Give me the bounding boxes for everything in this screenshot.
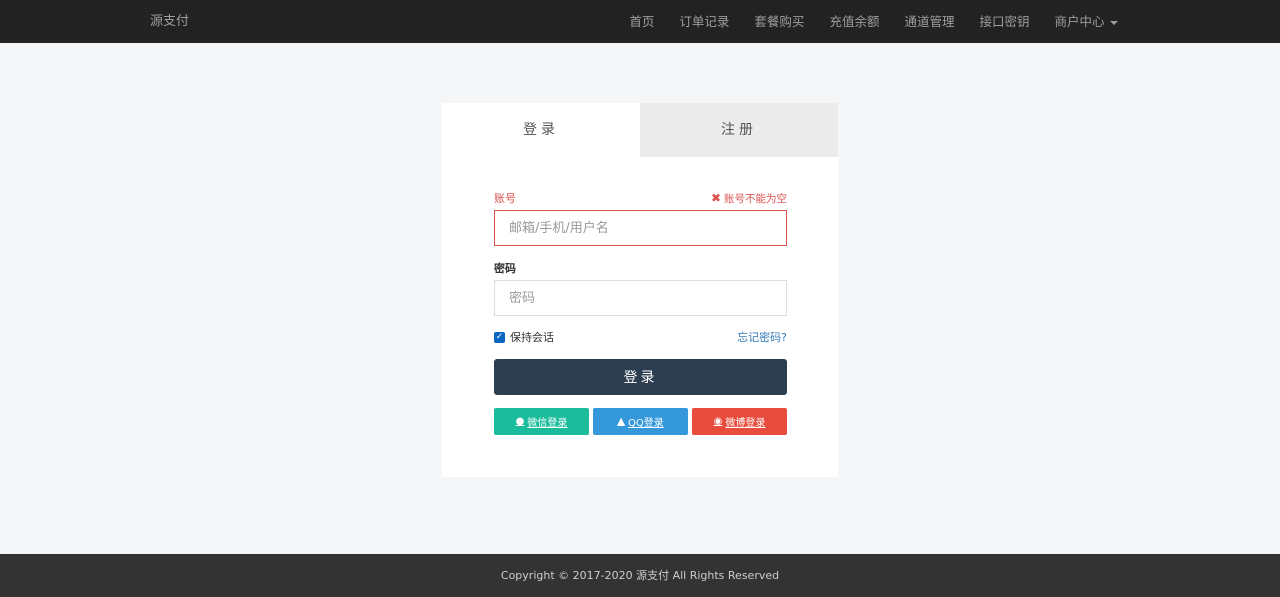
- tab-register[interactable]: 注册: [640, 103, 838, 157]
- wechat-login-button[interactable]: ● 微信登录: [494, 408, 589, 435]
- remember-session-label: 保持会话: [510, 331, 554, 344]
- caret-down-icon: [1109, 20, 1118, 25]
- footer: Copyright © 2017-2020 源支付 All Rights Res…: [0, 554, 1280, 597]
- wechat-login-label: 微信登录: [527, 418, 568, 429]
- nav-item-recharge[interactable]: 充值余额: [817, 0, 892, 43]
- copyright-text: Copyright © 2017-2020 源支付 All Rights Res…: [500, 569, 780, 582]
- brand-link[interactable]: 源支付: [150, 0, 189, 43]
- nav-item-merchant-center[interactable]: 商户中心: [1042, 0, 1130, 43]
- nav-item-home[interactable]: 首页: [617, 0, 667, 43]
- login-form: 账号 ✖ 账号不能为空 密码 ✓ 保持会话 忘记密码? 登录 ● 微信登录: [494, 189, 787, 435]
- password-label: 密码: [494, 262, 516, 275]
- login-panel: 登录 注册 账号 ✖ 账号不能为空 密码 ✓ 保持会话 忘记密码? 登录 ●: [442, 103, 838, 477]
- nav-item-api-keys[interactable]: 接口密钥: [967, 0, 1042, 43]
- qq-login-button[interactable]: ▲ QQ登录: [593, 408, 688, 435]
- account-label: 账号: [494, 192, 516, 205]
- checkmark-icon: ✓: [494, 331, 505, 343]
- qq-icon: ▲: [617, 415, 625, 427]
- password-input[interactable]: [494, 280, 787, 316]
- account-error-text: 账号不能为空: [724, 192, 787, 205]
- times-icon: ✖: [710, 191, 721, 205]
- weibo-login-label: 微博登录: [725, 418, 766, 429]
- account-label-row: 账号 ✖ 账号不能为空: [494, 189, 787, 207]
- forgot-password-link[interactable]: 忘记密码?: [737, 329, 787, 345]
- nav-item-channels[interactable]: 通道管理: [892, 0, 967, 43]
- login-button[interactable]: 登录: [494, 359, 787, 395]
- remember-row: ✓ 保持会话 忘记密码?: [494, 330, 787, 344]
- account-error-message: ✖ 账号不能为空: [711, 191, 787, 206]
- qq-login-label: QQ登录: [627, 418, 664, 429]
- weibo-login-button[interactable]: ◉ 微博登录: [692, 408, 787, 435]
- account-input[interactable]: [494, 210, 787, 246]
- nav-item-packages[interactable]: 套餐购买: [742, 0, 817, 43]
- password-label-row: 密码: [494, 259, 787, 277]
- main-nav: 首页 订单记录 套餐购买 充值余额 通道管理 接口密钥 商户中心: [617, 0, 1130, 43]
- remember-session-checkbox[interactable]: ✓ 保持会话: [494, 329, 554, 345]
- auth-tabs: 登录 注册: [442, 103, 838, 157]
- social-login-row: ● 微信登录 ▲ QQ登录 ◉ 微博登录: [494, 408, 787, 435]
- top-navbar: 源支付 首页 订单记录 套餐购买 充值余额 通道管理 接口密钥 商户中心: [0, 0, 1280, 43]
- wechat-icon: ●: [515, 415, 525, 427]
- weibo-icon: ◉: [713, 415, 723, 427]
- tab-login[interactable]: 登录: [442, 103, 640, 157]
- nav-item-orders[interactable]: 订单记录: [667, 0, 742, 43]
- merchant-center-label: 商户中心: [1054, 14, 1105, 29]
